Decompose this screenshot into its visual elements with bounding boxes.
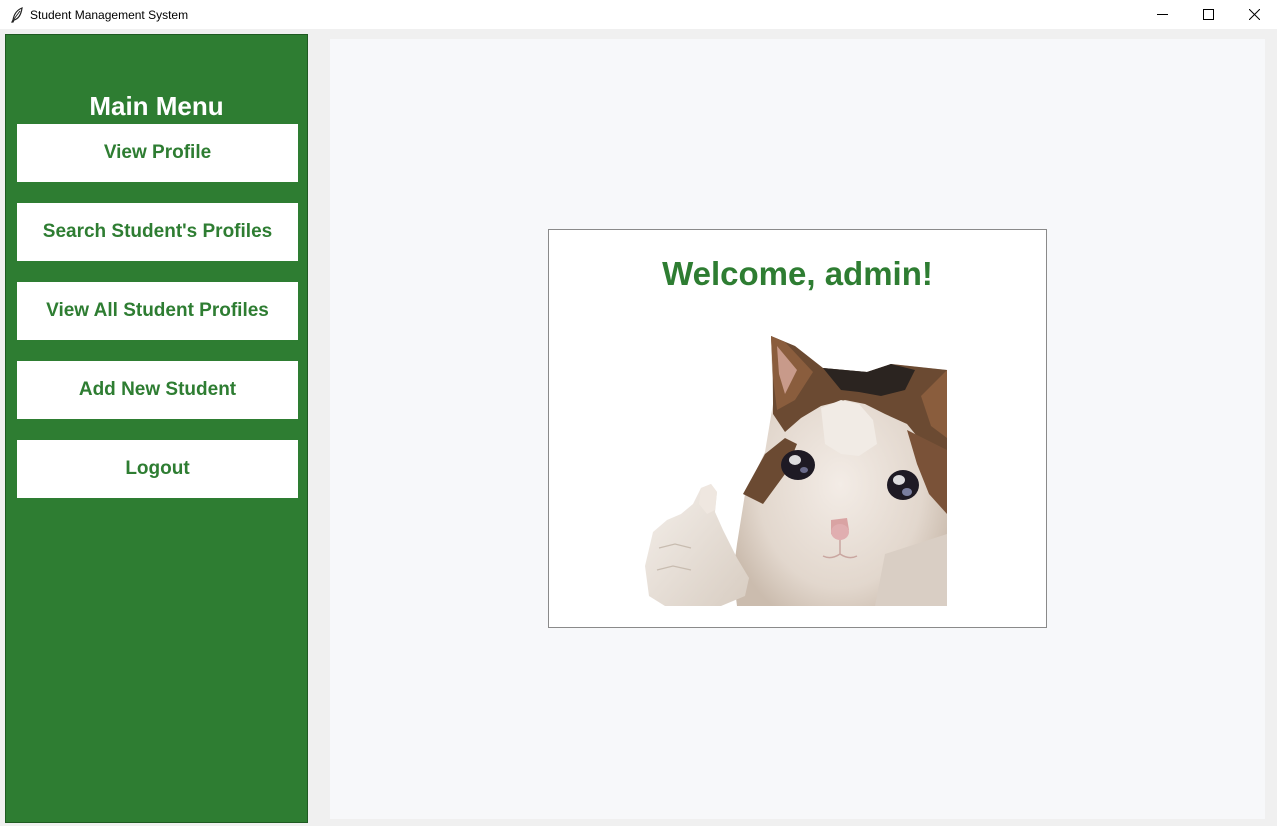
main-content: Welcome, admin! [330, 39, 1265, 819]
minimize-button[interactable] [1139, 0, 1185, 29]
logout-button[interactable]: Logout [17, 440, 298, 498]
title-bar: Student Management System [0, 0, 1277, 29]
window-title: Student Management System [30, 7, 189, 22]
welcome-card: Welcome, admin! [548, 229, 1047, 628]
add-new-student-button[interactable]: Add New Student [17, 361, 298, 419]
view-all-student-profiles-button[interactable]: View All Student Profiles [17, 282, 298, 340]
menu-title: Main Menu [89, 91, 224, 121]
search-student-profiles-button[interactable]: Search Student's Profiles [17, 203, 298, 261]
sidebar: Main Menu View Profile Search Student's … [5, 34, 308, 823]
app-window: Student Management System Main Menu View… [0, 0, 1277, 826]
close-button[interactable] [1231, 0, 1277, 29]
window-controls [1139, 0, 1277, 29]
crying-cat-thumbs-up-image [645, 336, 947, 606]
maximize-button[interactable] [1185, 0, 1231, 29]
welcome-heading: Welcome, admin! [662, 255, 933, 292]
maximize-icon [1202, 9, 1214, 20]
minimize-icon [1156, 14, 1168, 15]
feather-icon [9, 6, 25, 23]
view-profile-button[interactable]: View Profile [17, 124, 298, 182]
close-icon [1248, 9, 1260, 20]
